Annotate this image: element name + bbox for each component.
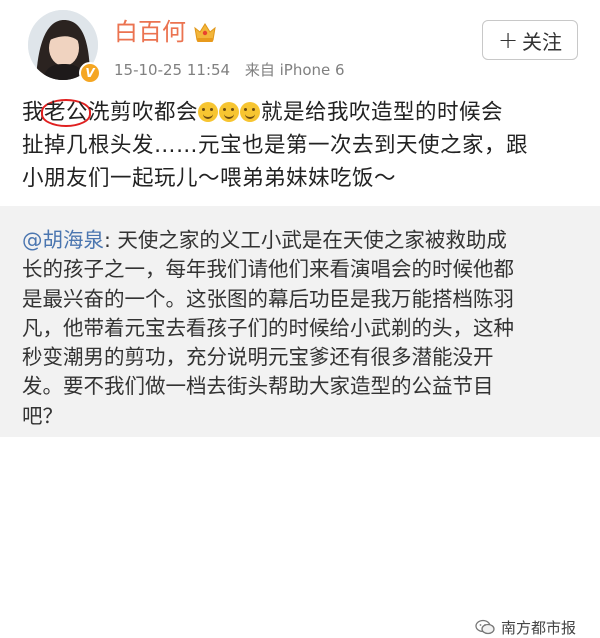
repost-text: @胡海泉: 天使之家的义工小武是在天使之家被救助成 长的孩子之一，每年我们请他们… (22, 226, 592, 431)
repost-line: 吧？ (22, 403, 63, 428)
post-header: V 白百何 15-10-25 11:54 来自 iPhone 6 + 关注 (0, 0, 600, 92)
post-timestamp: 15-10-25 11:54 (114, 61, 231, 79)
vip-crown-icon (194, 23, 216, 42)
post-line: 我老公洗剪吹都会 就是给我吹造型的时候会 (22, 99, 504, 127)
laughing-emoji-icon (198, 102, 219, 122)
thinking-emoji-icon (219, 102, 240, 122)
repost-line: 发。要不我们做一档去街头帮助大家造型的公益节目 (22, 374, 494, 399)
repost-line: @胡海泉: 天使之家的义工小武是在天使之家被救助成 (22, 228, 507, 252)
username[interactable]: 白百何 (114, 17, 186, 47)
post-source[interactable]: 来自 iPhone 6 (245, 61, 345, 79)
repost-card[interactable]: @胡海泉: 天使之家的义工小武是在天使之家被救助成 长的孩子之一，每年我们请他们… (0, 206, 600, 637)
watermark: 南方都市报 (475, 616, 576, 638)
post-meta: 15-10-25 11:54 来自 iPhone 6 (114, 60, 355, 80)
circled-text: 老公 (41, 99, 92, 127)
post-line: 扯掉几根头发……元宝也是第一次去到天使之家，跟 (22, 133, 529, 158)
follow-label: 关注 (522, 29, 563, 54)
verified-badge: V (79, 62, 101, 84)
post-line: 小朋友们一起玩儿～喂弟弟妹妹吃饭～ (22, 166, 397, 191)
plus-icon: + (497, 26, 519, 54)
watermark-text: 南方都市报 (501, 618, 577, 637)
post-body: 我老公洗剪吹都会 就是给我吹造型的时候会 扯掉几根头发……元宝也是第一次去到天使之… (22, 96, 592, 195)
repost-line: 是最兴奋的一个。这张图的幕后功臣是我万能搭档陈羽 (22, 286, 514, 311)
follow-button[interactable]: + 关注 (482, 20, 578, 60)
repost-line: 凡，他带着元宝去看孩子们的时候给小武剃的头，这种 (22, 315, 514, 340)
thinking-emoji-icon (240, 102, 261, 122)
mention-link[interactable]: @胡海泉 (22, 228, 104, 252)
repost-line: 长的孩子之一，每年我们请他们来看演唱会的时候他都 (22, 257, 514, 282)
repost-line: 秒变潮男的剪功，充分说明元宝爹还有很多潜能没开 (22, 345, 494, 370)
wechat-icon (475, 619, 495, 635)
